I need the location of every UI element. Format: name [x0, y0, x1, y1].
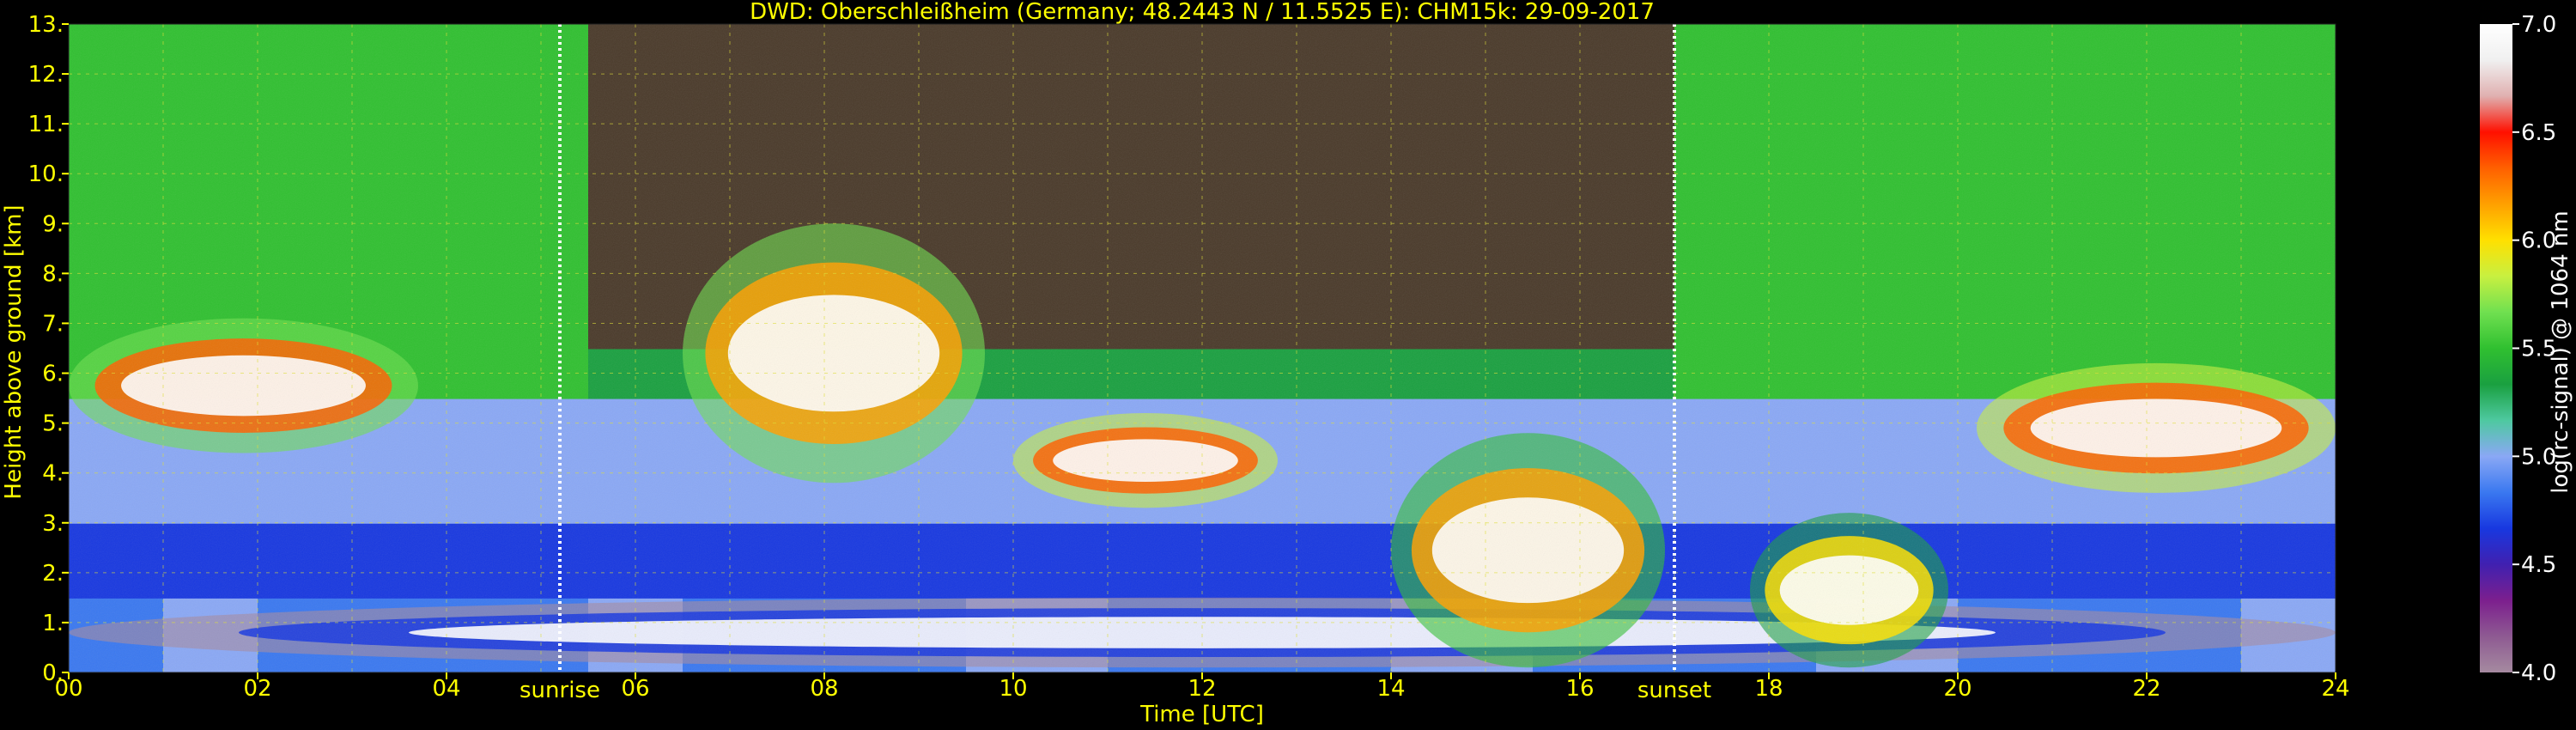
x-tick-label: 04	[432, 676, 460, 702]
ceilometer-chart: sunrise sunset 00 02 04 06 08 10 12 14 16 18 20 22 24…	[1, 0, 2573, 727]
y-tick-label: 12.	[28, 62, 64, 88]
colorbar	[2480, 24, 2512, 672]
x-tick-label: 06	[621, 676, 649, 702]
x-tick-label: 02	[243, 676, 271, 702]
colorbar-tick-label: 4.0	[2521, 660, 2556, 686]
y-tick-label: 1.	[42, 611, 64, 636]
x-tick-label: 22	[2132, 676, 2160, 702]
x-tick-label: 16	[1565, 676, 1594, 702]
x-axis-ticks: 00 02 04 06 08 10 12 14 16 18 20 22 24	[54, 672, 2350, 702]
y-tick-label: 8.	[42, 261, 64, 287]
y-tick-label: 4.	[42, 461, 64, 487]
colorbar-tick-label: 6.5	[2521, 120, 2556, 146]
x-axis-label: Time [UTC]	[1139, 702, 1264, 727]
x-tick-label: 18	[1754, 676, 1783, 702]
y-tick-label: 5.	[42, 411, 64, 437]
x-tick-label: 14	[1376, 676, 1405, 702]
colorbar-label: log(rc-signal) @ 1064 nm	[2548, 210, 2573, 493]
y-tick-label: 9.	[42, 211, 64, 237]
x-tick-label: 10	[999, 676, 1027, 702]
x-tick-label: 24	[2321, 676, 2349, 702]
sunrise-label: sunrise	[519, 678, 600, 703]
x-tick-label: 08	[810, 676, 838, 702]
y-tick-label: 2.	[42, 561, 64, 587]
x-tick-label: 12	[1188, 676, 1216, 702]
y-tick-label: 7.	[42, 311, 64, 337]
y-tick-label: 10.	[28, 161, 64, 187]
y-axis-ticks: 0. 1. 2. 3. 4. 5. 6. 7. 8. 9. 10. 11. 12. 13.	[28, 12, 69, 686]
sunset-label: sunset	[1637, 678, 1711, 703]
x-tick-label: 20	[1943, 676, 1971, 702]
y-tick-label: 0.	[42, 660, 64, 686]
y-axis-label: Height above ground [km]	[1, 204, 27, 499]
y-tick-label: 11.	[28, 112, 64, 137]
colorbar-tick-label: 4.5	[2521, 552, 2556, 578]
colorbar-tick-label: 7.0	[2521, 12, 2556, 38]
y-tick-label: 6.	[42, 362, 64, 387]
y-tick-label: 13.	[28, 12, 64, 38]
y-tick-label: 3.	[42, 511, 64, 537]
chart-title: DWD: Oberschleißheim (Germany; 48.2443 N…	[750, 0, 1655, 25]
